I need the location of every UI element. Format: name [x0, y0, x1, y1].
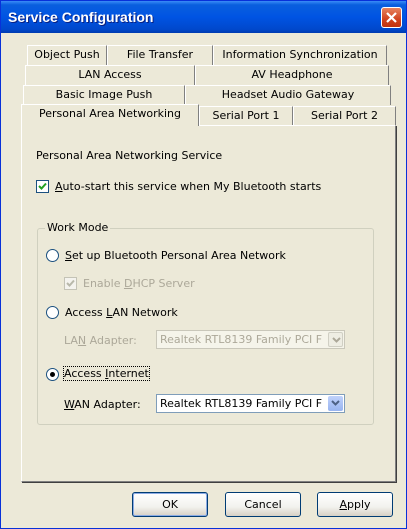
apply-button[interactable]: Apply: [317, 492, 393, 517]
label-rest: nternet: [108, 367, 149, 380]
label-rest: pply: [347, 498, 371, 511]
tab-serial-port-2[interactable]: Serial Port 2: [293, 106, 396, 126]
mnemonic: W: [64, 398, 75, 411]
dhcp-label[interactable]: Enable DHCP Server: [83, 277, 195, 290]
service-configuration-dialog: Service Configuration Object Push File T…: [0, 0, 407, 529]
ok-button[interactable]: OK: [132, 492, 208, 517]
mnemonic: A: [55, 180, 63, 193]
label-pre: Enable: [83, 277, 124, 290]
tab-av-headphone[interactable]: AV Headphone: [195, 65, 389, 85]
mnemonic: A: [339, 498, 347, 511]
lan-adapter-value: Realtek RTL8139 Family PCI F: [160, 333, 323, 346]
label-pre: Access: [65, 306, 107, 319]
label-rest: AN Adapter:: [74, 398, 141, 411]
label-rest: Adapter:: [86, 334, 137, 347]
wan-adapter-select[interactable]: Realtek RTL8139 Family PCI F: [156, 394, 345, 413]
chevron-down-icon: [331, 400, 340, 406]
setup-pan-label[interactable]: Set up Bluetooth Personal Area Network: [65, 249, 286, 262]
access-internet-radio[interactable]: [46, 368, 59, 381]
tab-headset-audio-gateway[interactable]: Headset Audio Gateway: [185, 85, 391, 105]
lan-adapter-label: LAN Adapter:: [64, 334, 137, 347]
dhcp-checkbox[interactable]: [64, 277, 77, 290]
tab-lan-access[interactable]: LAN Access: [25, 65, 195, 85]
label-rest: HCP Server: [132, 277, 195, 290]
access-lan-radio[interactable]: [46, 306, 59, 319]
dropdown-button[interactable]: [328, 332, 343, 347]
radio-dot: [50, 372, 55, 377]
label-rest: AN Network: [112, 306, 178, 319]
cancel-button[interactable]: Cancel: [225, 492, 301, 517]
lan-adapter-select[interactable]: Realtek RTL8139 Family PCI F: [156, 330, 345, 349]
check-icon: [66, 279, 75, 287]
work-mode-title: Work Mode: [45, 221, 111, 234]
label-pre: Access: [64, 367, 106, 380]
tab-object-push[interactable]: Object Push: [27, 45, 107, 65]
wan-adapter-value: Realtek RTL8139 Family PCI F: [160, 397, 323, 410]
title-bar[interactable]: Service Configuration: [1, 1, 406, 33]
setup-pan-radio[interactable]: [46, 249, 59, 262]
dropdown-button[interactable]: [328, 396, 343, 411]
autostart-checkbox[interactable]: [36, 180, 49, 193]
service-heading: Personal Area Networking Service: [36, 149, 223, 162]
wan-adapter-label: WAN Adapter:: [64, 398, 141, 411]
chevron-down-icon: [332, 337, 341, 343]
label-rest: uto-start this service when My Bluetooth…: [62, 180, 322, 193]
tab-information-synchronization[interactable]: Information Synchronization: [213, 45, 387, 65]
close-button[interactable]: [381, 7, 402, 28]
autostart-label[interactable]: Auto-start this service when My Bluetoot…: [55, 180, 321, 193]
tab-file-transfer[interactable]: File Transfer: [107, 45, 213, 65]
mnemonic: N: [77, 334, 87, 347]
label-pre: LA: [64, 334, 78, 347]
tab-serial-port-1[interactable]: Serial Port 1: [199, 106, 293, 126]
access-internet-label[interactable]: Access Internet: [63, 366, 150, 381]
mnemonic: S: [65, 249, 72, 262]
window-title: Service Configuration: [8, 9, 154, 25]
label-rest: et up Bluetooth Personal Area Network: [71, 249, 286, 262]
check-icon: [38, 182, 47, 190]
close-icon: [386, 12, 397, 23]
tab-personal-area-networking[interactable]: Personal Area Networking: [21, 104, 199, 126]
tab-basic-image-push[interactable]: Basic Image Push: [23, 85, 185, 105]
access-lan-label[interactable]: Access LAN Network: [65, 306, 178, 319]
